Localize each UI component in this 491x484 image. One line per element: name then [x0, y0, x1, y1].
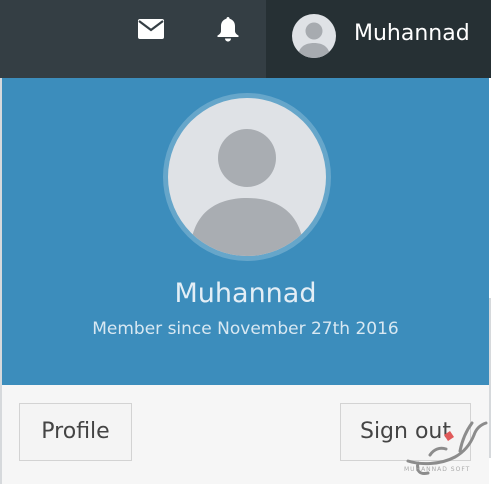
navbar-username[interactable]: Muhannad [354, 18, 470, 50]
user-avatar-large [168, 98, 326, 256]
user-silhouette-icon [190, 129, 304, 256]
bell-icon[interactable] [216, 16, 240, 42]
top-navbar: Muhannad [0, 0, 491, 78]
user-dropdown-menu: Muhannad Member since November 27th 2016… [0, 78, 491, 484]
profile-button[interactable]: Profile [19, 403, 132, 461]
user-header: Muhannad Member since November 27th 2016 [2, 78, 489, 385]
user-silhouette-icon [298, 22, 330, 58]
sign-out-button[interactable]: Sign out [340, 403, 471, 461]
navbar-user-avatar[interactable] [292, 14, 336, 58]
envelope-icon[interactable] [138, 19, 164, 39]
member-since-text: Member since November 27th 2016 [92, 319, 399, 339]
user-full-name: Muhannad [174, 278, 317, 309]
watermark-caption: MUHANNAD SOFT [404, 466, 471, 473]
